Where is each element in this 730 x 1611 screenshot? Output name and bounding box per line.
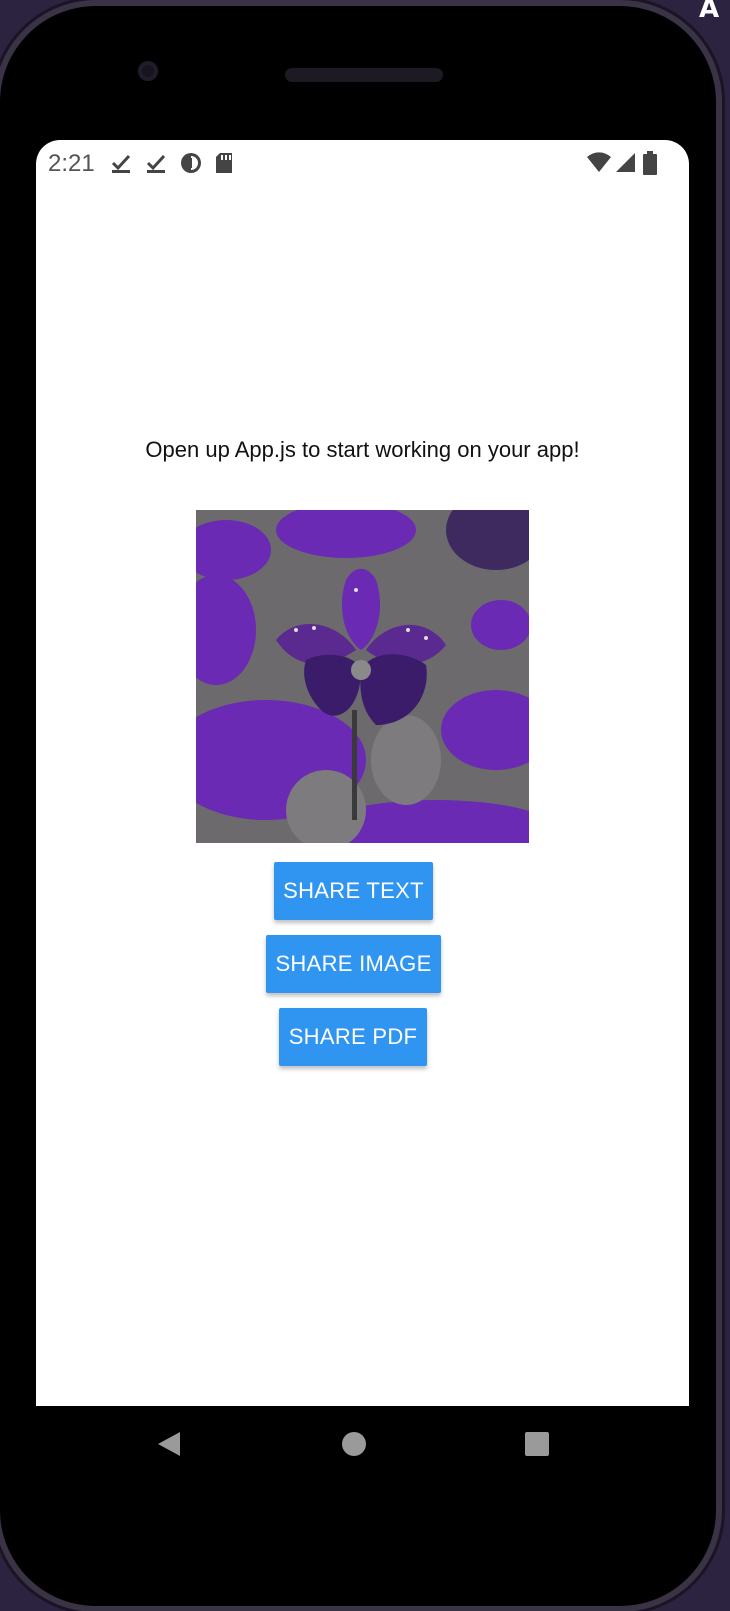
navigation-bar [36,1406,689,1501]
home-icon[interactable] [341,1430,367,1458]
back-icon[interactable] [156,1430,182,1458]
edge-glyph-a: A [699,0,720,24]
earpiece-speaker [285,68,443,82]
cell-signal-icon [616,153,635,172]
welcome-message: Open up App.js to start working on your … [145,437,580,462]
phone-frame: 2:21 Open up App.js to start working on … [0,6,716,1606]
wifi-icon [587,152,611,172]
share-pdf-button[interactable]: SHARE PDF [279,1008,427,1066]
status-time: 2:21 [48,150,95,177]
front-camera [138,61,158,81]
status-bar: 2:21 [36,140,689,190]
phone-screen: 2:21 Open up App.js to start working on … [36,140,689,1406]
download-done-icon [146,154,166,173]
battery-icon [643,151,657,175]
recents-icon[interactable] [524,1430,550,1458]
share-image-button[interactable]: SHARE IMAGE [266,935,441,993]
iris-flower-image [166,490,556,860]
share-text-button[interactable]: SHARE TEXT [274,862,433,920]
sd-card-icon [216,153,232,173]
data-saver-icon [181,153,201,173]
download-done-icon [111,154,131,173]
